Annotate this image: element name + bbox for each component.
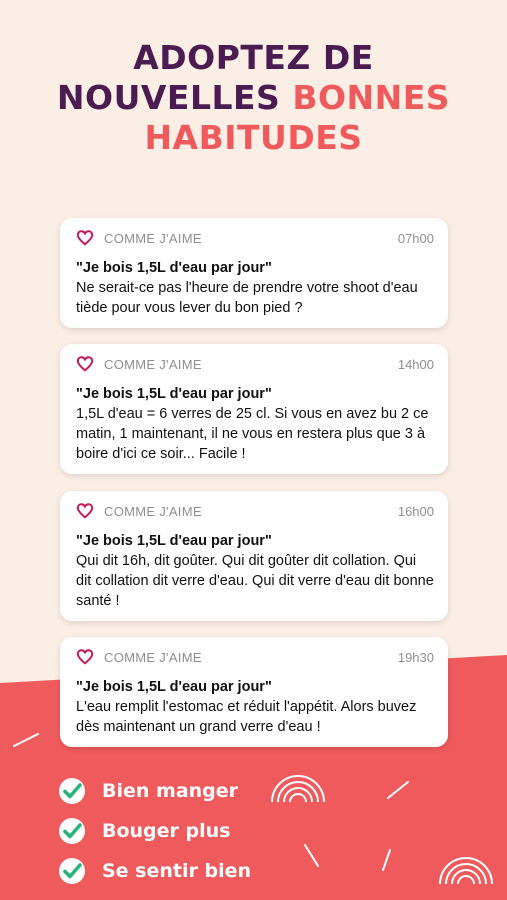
heart-logo-icon <box>76 230 94 246</box>
notification-card[interactable]: COMME J'AIME 14h00 "Je bois 1,5L d'eau p… <box>60 344 448 474</box>
notification-card[interactable]: COMME J'AIME 19h30 "Je bois 1,5L d'eau p… <box>60 637 448 747</box>
notification-time: 14h00 <box>397 356 434 372</box>
app-name: COMME J'AIME <box>104 230 202 246</box>
check-circle-icon <box>59 858 85 884</box>
notification-body: 1,5L d'eau = 6 verres de 25 cl. Si vous … <box>76 406 429 462</box>
notification-title: "Je bois 1,5L d'eau par jour" <box>76 260 272 276</box>
app-name: COMME J'AIME <box>104 503 202 519</box>
headline-line-2-accent: BONNES <box>292 78 451 117</box>
notification-card[interactable]: COMME J'AIME 07h00 "Je bois 1,5L d'eau p… <box>60 218 448 328</box>
heart-logo-icon <box>76 356 94 372</box>
notification-title: "Je bois 1,5L d'eau par jour" <box>76 386 272 402</box>
checklist-label: Bouger plus <box>102 820 231 842</box>
headline-line-1: ADOPTEZ DE <box>133 38 374 77</box>
notification-card[interactable]: COMME J'AIME 16h00 "Je bois 1,5L d'eau p… <box>60 491 448 621</box>
headline-line-2: NOUVELLES BONNES <box>0 78 507 118</box>
notification-header: COMME J'AIME 16h00 <box>76 501 434 521</box>
heart-logo-icon <box>76 649 94 665</box>
checklist-item: Se sentir bien <box>58 851 251 891</box>
checklist-label: Bien manger <box>102 780 239 802</box>
check-circle-icon <box>59 778 85 804</box>
checklist-item: Bouger plus <box>58 811 251 851</box>
notification-header: COMME J'AIME 14h00 <box>76 354 434 374</box>
notification-title: "Je bois 1,5L d'eau par jour" <box>76 679 272 695</box>
notification-time: 19h30 <box>397 649 434 665</box>
notification-time: 07h00 <box>397 230 434 246</box>
notification-body: Ne serait-ce pas l'heure de prendre votr… <box>76 280 418 316</box>
checklist-item: Bien manger <box>58 771 251 811</box>
notification-time: 16h00 <box>397 503 434 519</box>
notification-title: "Je bois 1,5L d'eau par jour" <box>76 533 272 549</box>
heart-logo-icon <box>76 503 94 519</box>
notification-body: Qui dit 16h, dit goûter. Qui dit goûter … <box>76 553 434 609</box>
headline-line-2-dark: NOUVELLES <box>56 78 293 117</box>
headline: ADOPTEZ DE NOUVELLES BONNES HABITUDES <box>0 38 507 158</box>
benefits-checklist: Bien manger Bouger plus Se sentir bien <box>58 771 251 891</box>
app-name: COMME J'AIME <box>104 649 202 665</box>
check-circle-icon <box>59 818 85 844</box>
notification-header: COMME J'AIME 19h30 <box>76 647 434 667</box>
notification-body: L'eau remplit l'estomac et réduit l'appé… <box>76 699 417 735</box>
checklist-label: Se sentir bien <box>102 860 252 882</box>
app-name: COMME J'AIME <box>104 356 202 372</box>
headline-line-3: HABITUDES <box>144 118 363 157</box>
notification-header: COMME J'AIME 07h00 <box>76 228 434 248</box>
